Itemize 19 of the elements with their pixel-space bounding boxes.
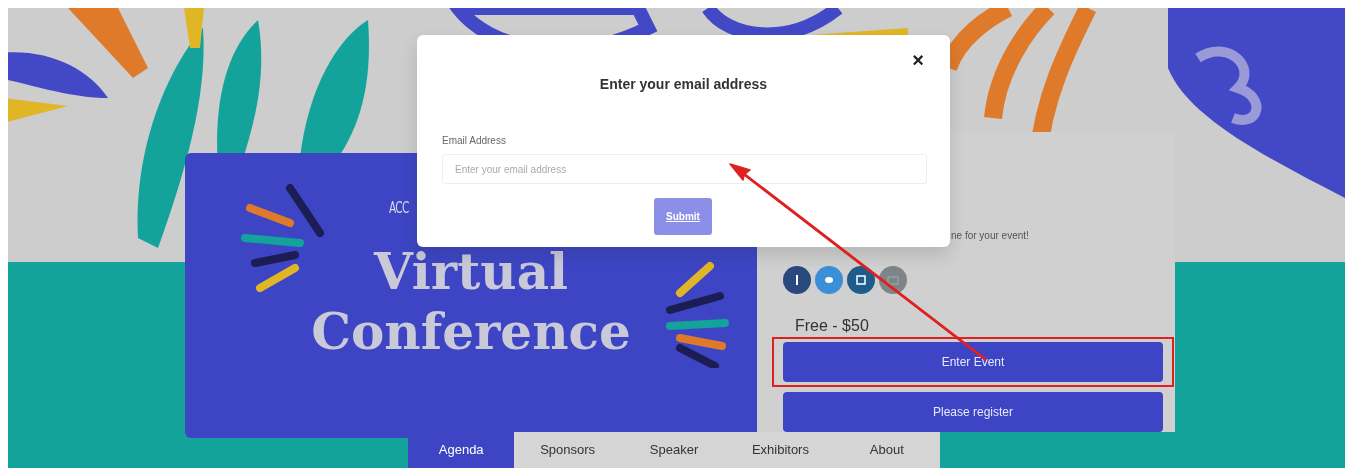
social-icon[interactable] [847,266,875,294]
tab[interactable]: Exhibitors [727,432,834,468]
modal-title: Enter your email address [598,75,769,94]
close-button[interactable]: × [906,49,930,71]
tab[interactable]: Speaker [620,432,728,468]
event-button[interactable]: Please register [783,392,1163,432]
email-field[interactable]: Enter your email address [442,154,927,184]
description-text: ne for your event! [951,229,1030,242]
price-text: Free - $50 [795,316,870,336]
tab[interactable]: Sponsors [514,432,621,468]
social-icon[interactable] [783,266,811,294]
brush-stroke-drawing [184,8,204,48]
banner-title-line: Virtual [372,241,570,302]
eyebrow-text: ACC [389,198,409,219]
event-button[interactable]: Enter Event [783,342,1163,382]
banner-title-line: Conference [311,301,631,362]
field-label: Email Address [442,134,507,148]
tab[interactable]: About [833,432,941,468]
tab[interactable]: Agenda [408,432,515,468]
